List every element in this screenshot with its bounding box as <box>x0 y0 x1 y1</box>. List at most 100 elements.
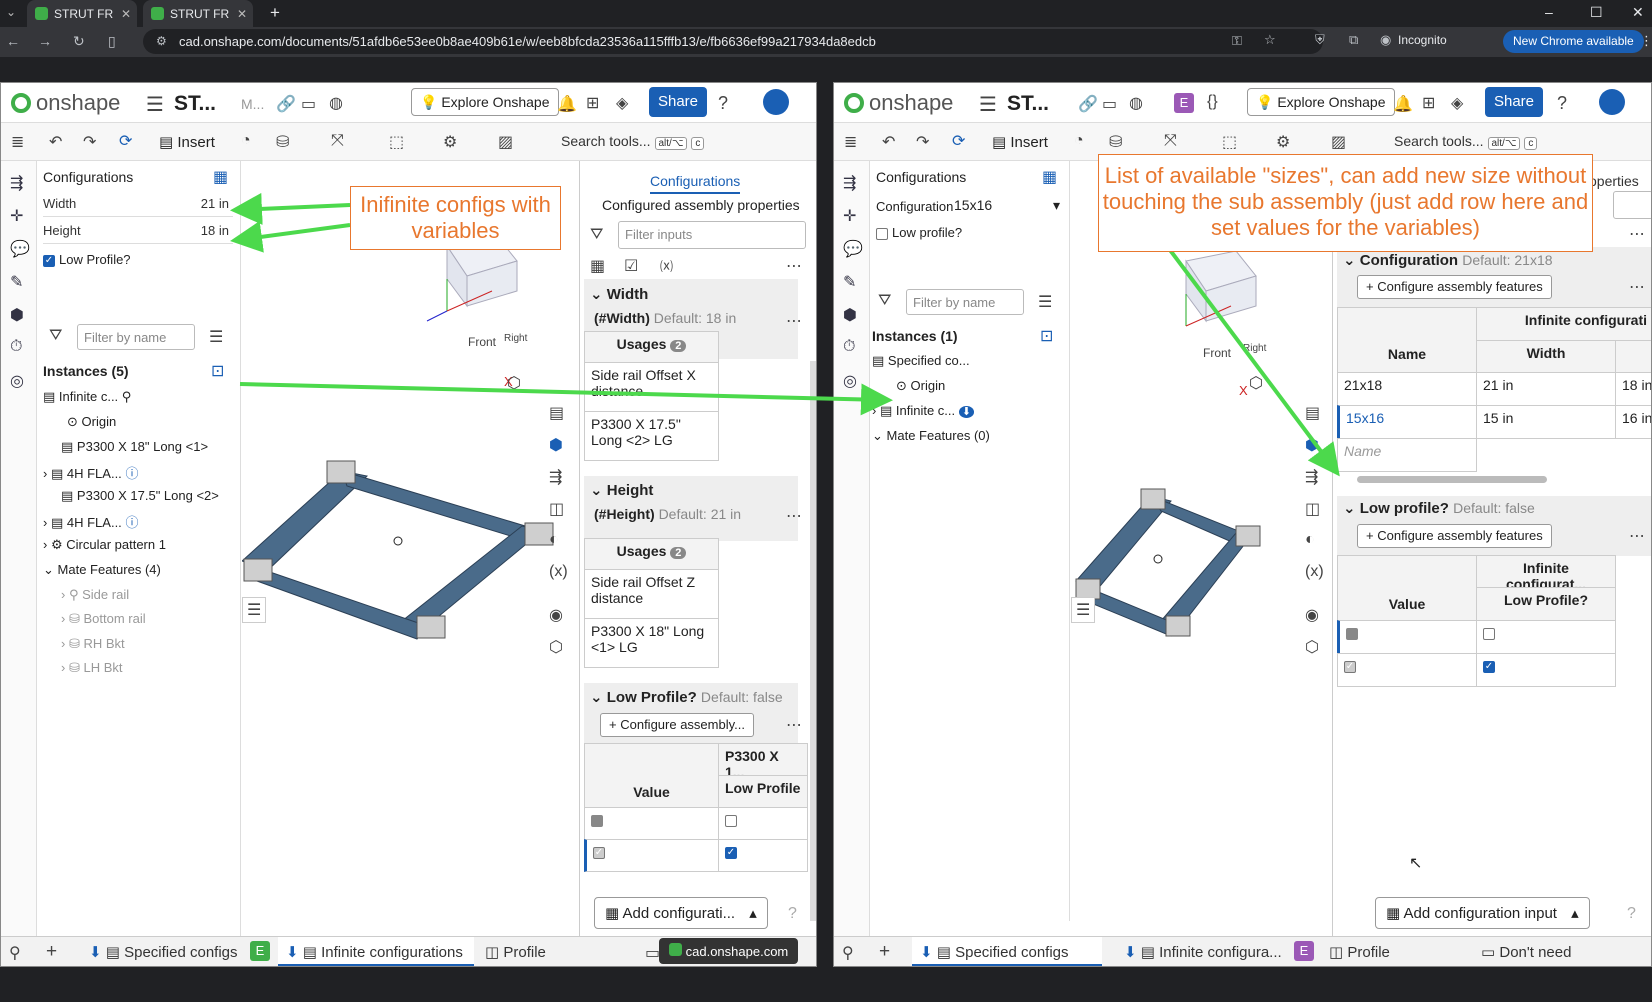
fastened-mate-icon[interactable]: ⤧ <box>1164 132 1177 150</box>
folder-icon[interactable]: ▭ <box>1102 94 1117 114</box>
checkbox-unchecked-icon[interactable] <box>876 227 888 240</box>
search-tabs-icon[interactable]: ⚲ <box>9 943 21 963</box>
display-states-icon[interactable]: ▨ <box>1331 132 1346 152</box>
variables-icon[interactable]: (x) <box>549 563 568 581</box>
configuration-section-title[interactable]: ⌄ Configuration Default: 21x18 <box>1343 251 1553 269</box>
tree-item-mate[interactable]: › ⛁ RH Bkt <box>61 636 125 652</box>
section-view-icon[interactable]: ⬡ <box>1305 637 1319 657</box>
redo-icon[interactable]: ↷ <box>83 132 96 152</box>
display-states-icon[interactable]: ▨ <box>498 132 513 152</box>
close-tab-icon[interactable]: ✕ <box>237 7 247 21</box>
tree-item-origin[interactable]: ⊙ Origin <box>896 378 945 394</box>
tree-item-part[interactable]: ▤ P3300 X 18" Long <1> <box>61 439 208 455</box>
insert-button[interactable]: ▤ Insert <box>159 133 215 151</box>
tree-item-mate-features[interactable]: ⌄ Mate Features (0) <box>872 428 990 444</box>
properties-icon[interactable]: ▤ <box>549 403 564 423</box>
3d-viewport[interactable]: Front Right X ⬡ ☰ <box>241 161 586 938</box>
browser-tab-2[interactable]: STRUT FR ✕ <box>143 0 253 27</box>
configuration-table-icon[interactable]: ▦ <box>1042 167 1057 187</box>
configuration-cube-icon[interactable]: ⬢ <box>549 435 563 455</box>
width-config-row[interactable]: Width 21 in <box>43 193 233 217</box>
add-tab-icon[interactable]: + <box>879 941 890 963</box>
tree-item-specified[interactable]: ▤ Specified co... <box>872 353 970 369</box>
config-row-name[interactable]: 15x16 <box>1337 405 1477 439</box>
learning-icon[interactable]: ◈ <box>1451 93 1463 113</box>
config-row-name[interactable]: 21x18 <box>1337 372 1477 406</box>
tab-badge[interactable]: E <box>1294 941 1314 961</box>
tab-infinite-configurations[interactable]: ⬇ ▤ Infinite configura... <box>1124 937 1282 966</box>
filter-funnel-icon[interactable]: ⛛ <box>49 327 62 345</box>
close-tab-icon[interactable]: ✕ <box>121 7 131 21</box>
cylinder-icon[interactable]: ⛁ <box>1109 132 1122 152</box>
tree-item-subassembly[interactable]: › ▤ 4H FLA... ⓘ <box>43 463 138 482</box>
new-folder-icon[interactable]: ⊡ <box>1040 326 1053 346</box>
chevron-right-icon[interactable]: › <box>43 537 47 552</box>
config-row-height[interactable]: 18 in <box>1615 372 1651 406</box>
tab-specified-configs[interactable]: ⬇ ▤ Specified configs <box>912 937 1102 966</box>
new-config-name-input[interactable]: Name <box>1337 438 1477 472</box>
timer-icon[interactable]: ⏱ <box>10 338 22 356</box>
table-icon[interactable]: ▦ <box>590 256 605 276</box>
chevron-right-icon[interactable]: › <box>43 466 47 481</box>
parts-icon[interactable]: ⬢ <box>10 305 24 325</box>
mate-features-icon[interactable]: ✛ <box>843 206 856 226</box>
tab-specified-configs[interactable]: ⬇ ▤ Specified configs <box>89 937 238 966</box>
more-menu-icon[interactable]: ⋯ <box>1629 224 1645 244</box>
section-view-icon[interactable]: ⬡ <box>549 637 563 657</box>
bom-icon[interactable]: ⇶ <box>1305 467 1318 487</box>
usage-row[interactable]: Side rail Offset X distance <box>584 362 719 412</box>
replicate-icon[interactable]: ⬚ <box>389 132 404 152</box>
new-chrome-button[interactable]: New Chrome available <box>1503 30 1644 53</box>
config-row-height[interactable]: 16 in <box>1615 405 1651 439</box>
more-menu-icon[interactable]: ⋯ <box>786 256 802 276</box>
help-icon[interactable]: ? <box>1627 905 1636 923</box>
close-window-icon[interactable]: ✕ <box>1632 4 1644 21</box>
extensions-puzzle-icon[interactable]: ⧉ <box>1349 32 1358 48</box>
usage-row[interactable]: P3300 X 17.5" Long <2> LG <box>584 411 719 461</box>
tab-configured-properties[interactable]: operties <box>1589 173 1639 189</box>
hamburger-menu-icon[interactable]: ☰ <box>979 92 997 117</box>
tab-search-icon[interactable]: ⌄ <box>6 5 16 19</box>
horizontal-scrollbar[interactable] <box>1357 476 1547 483</box>
chrome-menu-icon[interactable]: ⋮ <box>1640 33 1652 49</box>
configure-assembly-button[interactable]: + Configure assembly... <box>600 713 754 737</box>
checklist-icon[interactable]: ☑ <box>624 256 638 276</box>
tree-item-mate[interactable]: › ⛁ Bottom rail <box>61 611 146 627</box>
caret-up-icon[interactable]: ▴ <box>1571 905 1579 922</box>
appearance-icon[interactable]: ◐ <box>549 531 559 549</box>
mate-icon[interactable]: ◔ <box>241 132 251 150</box>
instance-list-icon[interactable]: ⇶ <box>10 173 23 193</box>
notifications-bell-icon[interactable]: 🔔 <box>1393 94 1413 114</box>
comments-icon[interactable]: 💬 <box>843 239 863 259</box>
height-value[interactable]: 18 in <box>201 223 229 238</box>
variables-braces-icon[interactable]: {} <box>1207 93 1218 111</box>
explode-icon[interactable]: ◫ <box>1305 499 1320 519</box>
tree-item-infinite[interactable]: › ▤ Infinite c... ⬇ <box>872 403 974 419</box>
configuration-cube-icon[interactable]: ⬢ <box>1305 435 1319 455</box>
tree-item-subassembly[interactable]: › ▤ 4H FLA... ⓘ <box>43 512 138 531</box>
extension-shield-icon[interactable]: ⛨ <box>1315 32 1325 48</box>
chevron-down-icon[interactable]: ⌄ <box>43 562 54 577</box>
feature-list-icon[interactable]: ≣ <box>11 132 24 152</box>
user-avatar[interactable] <box>1599 89 1625 115</box>
tab-infinite-configurations[interactable]: ⬇ ▤ Infinite configurations <box>278 937 474 966</box>
explode-icon[interactable]: ◫ <box>549 499 564 519</box>
low-profile-section-title[interactable]: ⌄ Low Profile? Default: false <box>590 688 783 706</box>
globe-icon[interactable]: ◍ <box>329 93 343 113</box>
url-field[interactable]: cad.onshape.com/documents/51afdb6e53ee0b… <box>143 29 1323 54</box>
tab-dont-need[interactable]: ▭ Don't need <box>1481 937 1571 966</box>
filter-by-name-input[interactable]: Filter by name <box>906 289 1024 315</box>
document-name[interactable]: ST... <box>1007 92 1049 116</box>
configuration-select[interactable]: 15x16 ▾ <box>954 194 1064 218</box>
settings-gear-icon[interactable]: ⚙ <box>1276 132 1290 152</box>
tab-configurations[interactable]: Configurations <box>650 173 741 194</box>
more-menu-icon[interactable]: ⋯ <box>786 506 802 526</box>
add-configuration-input-button[interactable]: ▦ Add configurati... ▴ <box>594 897 768 929</box>
chevron-right-icon[interactable]: › <box>61 660 65 675</box>
new-folder-icon[interactable]: ⊡ <box>211 361 224 381</box>
update-available-icon[interactable]: ⬇ <box>958 406 974 418</box>
checkbox-checked-icon[interactable]: ✓ <box>1483 661 1495 674</box>
chevron-down-icon[interactable]: ⌄ <box>872 428 883 443</box>
folder-icon[interactable]: ▭ <box>301 94 316 114</box>
hamburger-menu-icon[interactable]: ☰ <box>146 92 164 117</box>
